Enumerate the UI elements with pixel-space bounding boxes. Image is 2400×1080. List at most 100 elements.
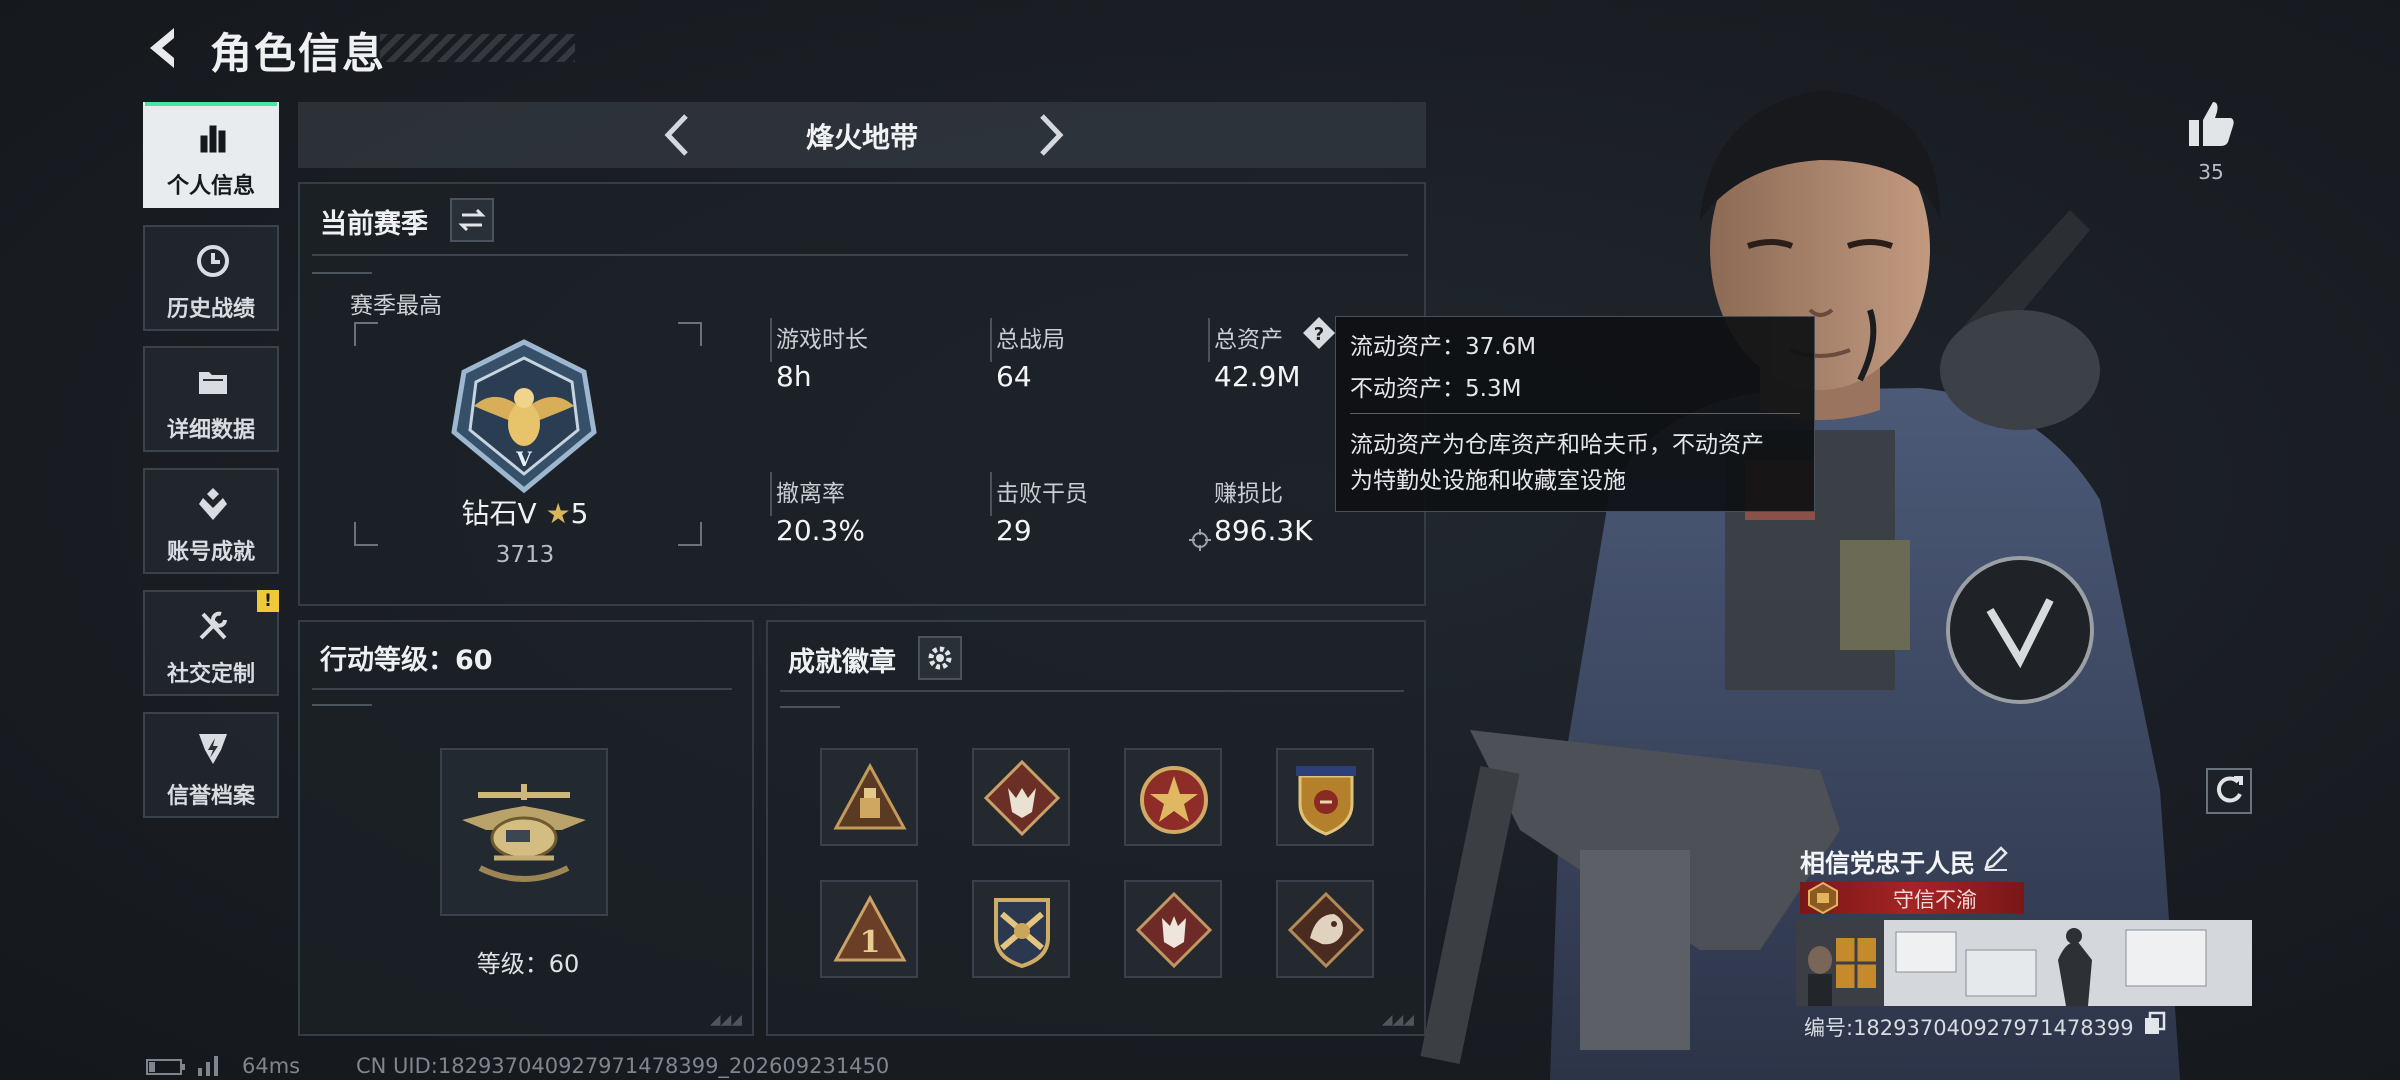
sidebar-item-social-custom[interactable]: ! 社交定制 (143, 590, 279, 696)
title-badge-text: 守信不渝 (1893, 888, 1977, 912)
active-indicator (145, 102, 277, 106)
profile-banner[interactable] (1796, 920, 2252, 1006)
banner-image (1796, 920, 2252, 1006)
mode-name: 烽火地带 (805, 121, 918, 154)
sidebar-item-label: 信誉档案 (166, 784, 255, 809)
tooltip-description-2: 为特勤处设施和收藏室设施 (1350, 468, 1626, 494)
beast-badge-icon (1135, 891, 1213, 969)
uid-text: CN UID:1829370409279714783​99_2026092314… (356, 1054, 890, 1078)
warning-badge: ! (257, 590, 279, 612)
thumbs-up-icon[interactable] (2185, 98, 2237, 148)
achievements-settings-button[interactable] (918, 636, 962, 680)
stat-marker (770, 318, 772, 362)
divider (312, 254, 1408, 256)
back-arrow-icon[interactable] (140, 22, 192, 74)
star-medal-badge-icon (1140, 766, 1208, 834)
stat-label-total-matches: 总战局 (996, 327, 1065, 353)
stat-label-total-assets: 总资产 (1214, 327, 1283, 353)
divider (312, 688, 732, 690)
title-emblem-icon (1808, 881, 1838, 915)
achievement-badge[interactable] (820, 748, 918, 846)
swap-season-button[interactable] (450, 198, 494, 242)
shield-stars-badge-icon (1296, 766, 1356, 836)
assets-tooltip: 流动资产：37.6M 不动资产：5.3M 流动资产为仓库资产和哈夫币，不动资产 … (1335, 316, 1815, 512)
edit-pencil-icon[interactable] (1982, 844, 2010, 872)
stat-label-extraction-rate: 撤离率 (776, 481, 845, 507)
credit-shield-icon (199, 734, 227, 764)
action-level-title: 行动等级：60 (320, 645, 493, 676)
sidebar-item-label: 个人信息 (166, 174, 255, 199)
divider-accent (312, 704, 372, 706)
rank-line: 钻石V ★5 (300, 492, 750, 532)
stat-marker (1208, 318, 1210, 362)
tooltip-divider (1350, 413, 1800, 414)
crosshair-icon (1189, 529, 1211, 551)
dragon-badge-icon (1287, 891, 1365, 969)
achievement-badge[interactable] (972, 748, 1070, 846)
wolf-badge-icon (983, 759, 1061, 837)
player-nickname: 相信党忠于人民 (1800, 849, 1976, 878)
level-emblem-frame (440, 748, 608, 916)
title-decoration (380, 34, 575, 62)
rotate-view-button[interactable] (2206, 768, 2252, 814)
tooltip-description-1: 流动资产为仓库资产和哈夫币，不动资产 (1350, 432, 1764, 458)
tooltip-fixed-assets: 不动资产：5.3M (1350, 376, 1522, 402)
sidebar-item-detailed-data[interactable]: 详细数据 (143, 346, 279, 452)
svg-text:1: 1 (860, 925, 881, 960)
divider-accent (312, 272, 372, 274)
copy-icon[interactable] (2142, 1010, 2168, 1036)
stat-value-play-time: 8h (776, 360, 812, 393)
sidebar-item-credit-file[interactable]: 信誉档案 (143, 712, 279, 818)
sidebar-item-label: 账号成就 (166, 540, 255, 565)
rank-name: 钻石V (461, 497, 537, 530)
sidebar-item-achievements[interactable]: 账号成就 (143, 468, 279, 574)
like-count: 35 (2198, 160, 2224, 184)
supply-crate-badge-icon (833, 762, 907, 830)
level-text: 等级：60 (476, 950, 580, 978)
crossed-rifles-badge-icon (994, 898, 1050, 969)
achievement-badge[interactable] (1276, 748, 1374, 846)
help-icon[interactable]: ? (1302, 316, 1336, 350)
frame-corner (678, 322, 702, 346)
stat-label-play-time: 游戏时长 (776, 327, 868, 353)
swap-icon (458, 208, 486, 232)
section-title-season: 当前赛季 (320, 209, 428, 240)
tooltip-liquid-assets: 流动资产：37.6M (1350, 334, 1537, 360)
sidebar-item-history[interactable]: 历史战绩 (143, 225, 279, 331)
divider-accent (780, 706, 840, 708)
rank-stars: 5 (570, 497, 589, 530)
achievement-badge[interactable] (972, 880, 1070, 978)
corner-deco: ◢◢◢ (709, 1012, 742, 1028)
achievement-badge[interactable] (1124, 880, 1222, 978)
season-panel: 当前赛季 赛季最高 V 钻石V ★5 3713 游戏时长 8h 总战局 64 总… (298, 182, 1426, 606)
gear-icon (928, 646, 952, 670)
folder-icon (199, 372, 227, 394)
achievement-badge[interactable] (1124, 748, 1222, 846)
rank-one-badge-icon: 1 (833, 894, 907, 962)
star-icon: ★ (545, 497, 571, 530)
stat-value-total-matches: 64 (996, 360, 1032, 393)
diamond-rank-emblem-icon: V (451, 339, 597, 494)
achievement-badge[interactable] (1276, 880, 1374, 978)
battery-icon (146, 1059, 185, 1075)
stat-marker (990, 318, 992, 362)
wrench-icon (199, 611, 227, 640)
stat-label-operators-defeated: 击败干员 (996, 481, 1088, 507)
stat-label-profit-loss-ratio: 赚损比 (1214, 481, 1283, 507)
refresh-icon (2216, 776, 2243, 803)
stat-marker (770, 472, 772, 516)
action-level-panel: 行动等级：60 等级：60 ◢◢◢ (298, 620, 754, 1036)
sidebar-item-label: 社交定制 (166, 662, 255, 687)
divider (780, 690, 1404, 692)
rank-points: 3713 (495, 542, 555, 568)
sidebar-item-personal-info[interactable]: 个人信息 (143, 102, 279, 208)
stat-value-extraction-rate: 20.3% (776, 514, 865, 547)
signal-icon (198, 1056, 218, 1076)
svg-text:V: V (515, 447, 532, 471)
ping-value: 64ms (242, 1054, 301, 1078)
stat-value-profit-loss-ratio: 896.3K (1214, 514, 1313, 547)
chevron-right-icon[interactable] (1026, 110, 1074, 160)
history-clock-icon (197, 245, 229, 277)
achievement-badge[interactable]: 1 (820, 880, 918, 978)
frame-corner (354, 322, 378, 346)
